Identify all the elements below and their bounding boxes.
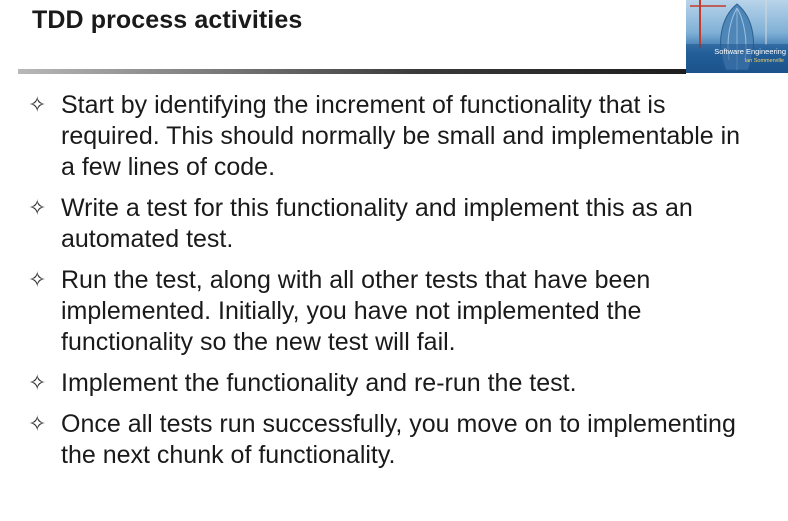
bullet-text: Once all tests run successfully, you mov… xyxy=(61,410,736,469)
bullet-text: Implement the functionality and re-run t… xyxy=(61,369,577,397)
bullet-star-icon: ✧ xyxy=(28,371,47,396)
title-divider xyxy=(18,69,686,74)
book-cover-image: Software Engineering Ian Sommerville xyxy=(686,0,788,73)
bullet-star-icon: ✧ xyxy=(28,412,47,437)
bullet-list: ✧ Start by identifying the increment of … xyxy=(28,90,768,481)
list-item: ✧ Once all tests run successfully, you m… xyxy=(28,409,768,471)
bullet-text: Run the test, along with all other tests… xyxy=(61,266,651,356)
bullet-text: Write a test for this functionality and … xyxy=(61,194,693,253)
bullet-star-icon: ✧ xyxy=(28,196,47,221)
list-item: ✧ Implement the functionality and re-run… xyxy=(28,368,768,399)
list-item: ✧ Run the test, along with all other tes… xyxy=(28,265,768,358)
bullet-star-icon: ✧ xyxy=(28,93,47,118)
bullet-text: Start by identifying the increment of fu… xyxy=(61,91,741,181)
book-cover-title: Software Engineering xyxy=(714,47,786,56)
bullet-star-icon: ✧ xyxy=(28,268,47,293)
list-item: ✧ Start by identifying the increment of … xyxy=(28,90,768,183)
slide-title: TDD process activities xyxy=(32,6,303,34)
list-item: ✧ Write a test for this functionality an… xyxy=(28,193,768,255)
book-cover-author: Ian Sommerville xyxy=(744,58,784,64)
